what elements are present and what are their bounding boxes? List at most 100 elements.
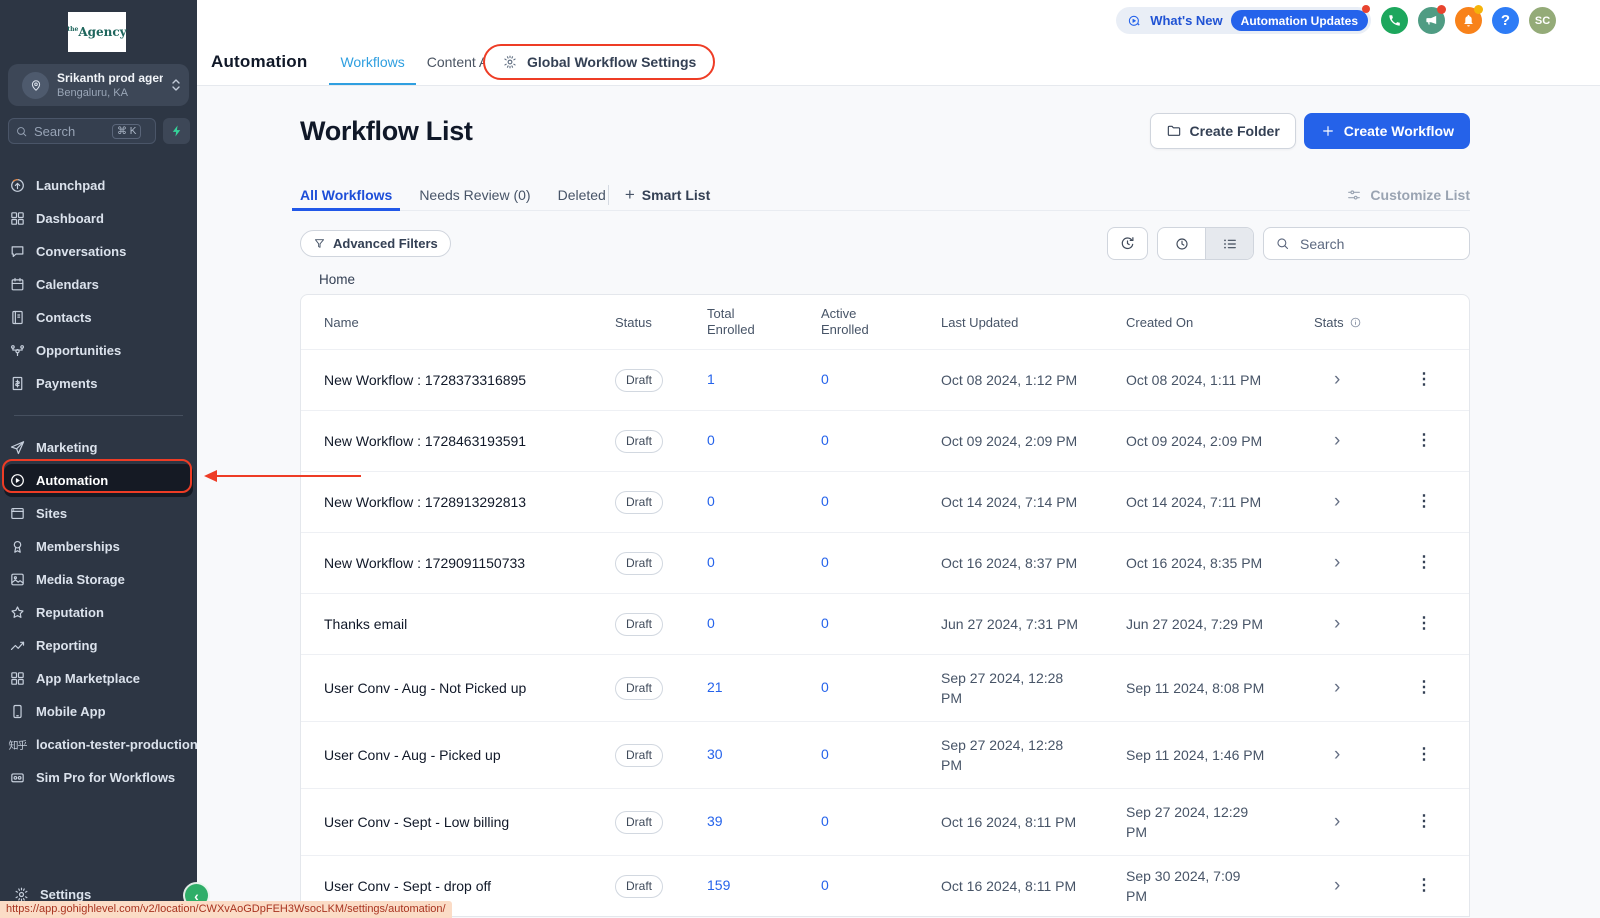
stats-expand-chevron[interactable]: › xyxy=(1314,369,1340,390)
sidebar-item-marketing[interactable]: Marketing xyxy=(4,431,193,464)
reputation-icon xyxy=(9,604,26,621)
column-header-stats: Stats xyxy=(1314,315,1344,330)
list-view-toggle[interactable] xyxy=(1205,228,1253,259)
tab-workflows[interactable]: Workflows xyxy=(329,39,415,85)
stats-expand-chevron[interactable]: › xyxy=(1314,875,1340,896)
enrollment-history-button[interactable] xyxy=(1107,227,1148,260)
automation-updates-badge[interactable]: Automation Updates xyxy=(1231,10,1368,31)
stats-expand-chevron[interactable]: › xyxy=(1314,491,1340,512)
sidebar-item-sites[interactable]: Sites xyxy=(4,497,193,530)
customize-list-button[interactable]: Customize List xyxy=(1346,187,1470,203)
global-workflow-settings-button[interactable]: Global Workflow Settings xyxy=(483,44,715,80)
account-switcher[interactable]: Srikanth prod agenc... Bengaluru, KA xyxy=(8,64,189,106)
stats-expand-chevron[interactable]: › xyxy=(1314,811,1340,832)
workflow-name[interactable]: User Conv - Aug - Picked up xyxy=(301,747,615,763)
sidebar-item-calendars[interactable]: Calendars xyxy=(4,268,193,301)
workflow-search[interactable] xyxy=(1263,227,1470,260)
stats-expand-chevron[interactable]: › xyxy=(1314,552,1340,573)
row-menu-kebab[interactable]: ⋮ xyxy=(1416,554,1432,571)
help-button[interactable]: ? xyxy=(1492,7,1519,34)
total-enrolled-link[interactable]: 0 xyxy=(707,615,715,631)
breadcrumb[interactable]: Home xyxy=(300,272,1470,289)
active-enrolled-link[interactable]: 0 xyxy=(821,493,829,509)
stats-expand-chevron[interactable]: › xyxy=(1314,613,1340,634)
sidebar-item-memberships[interactable]: Memberships xyxy=(4,530,193,563)
create-workflow-button[interactable]: Create Workflow xyxy=(1304,113,1470,149)
total-enrolled-link[interactable]: 1 xyxy=(707,371,715,387)
workflow-name[interactable]: New Workflow : 1728373316895 xyxy=(301,372,615,388)
account-name: Srikanth prod agenc... xyxy=(57,71,163,85)
row-menu-kebab[interactable]: ⋮ xyxy=(1416,746,1432,763)
tab-deleted[interactable]: Deleted xyxy=(558,179,606,210)
sidebar-item-payments[interactable]: Payments xyxy=(4,367,193,400)
table-header-row: Name Status Total Enrolled Active Enroll… xyxy=(301,295,1469,349)
stats-expand-chevron[interactable]: › xyxy=(1314,430,1340,451)
sidebar-item-launchpad[interactable]: Launchpad xyxy=(4,169,193,202)
total-enrolled-link[interactable]: 0 xyxy=(707,554,715,570)
announcements-button[interactable] xyxy=(1418,7,1445,34)
time-view-toggle[interactable] xyxy=(1158,228,1205,259)
active-enrolled-link[interactable]: 0 xyxy=(821,679,829,695)
advanced-filters-button[interactable]: Advanced Filters xyxy=(300,230,451,257)
workflow-name[interactable]: New Workflow : 1728463193591 xyxy=(301,433,615,449)
workflow-name[interactable]: New Workflow : 1729091150733 xyxy=(301,555,615,571)
sidebar-search[interactable]: ⌘ K xyxy=(8,118,156,144)
stats-expand-chevron[interactable]: › xyxy=(1314,677,1340,698)
total-enrolled-link[interactable]: 30 xyxy=(707,746,723,762)
sidebar-item-app-marketplace[interactable]: App Marketplace xyxy=(4,662,193,695)
column-header-active-enrolled: Active Enrolled xyxy=(821,306,893,338)
status-badge: Draft xyxy=(615,430,663,453)
phone-button[interactable] xyxy=(1381,7,1408,34)
sidebar-item-mobile-app[interactable]: Mobile App xyxy=(4,695,193,728)
sidebar-item-conversations[interactable]: Conversations xyxy=(4,235,193,268)
sidebar-item-opportunities[interactable]: Opportunities xyxy=(4,334,193,367)
create-folder-button[interactable]: Create Folder xyxy=(1150,113,1296,149)
total-enrolled-link[interactable]: 39 xyxy=(707,813,723,829)
total-enrolled-link[interactable]: 0 xyxy=(707,432,715,448)
active-enrolled-link[interactable]: 0 xyxy=(821,554,829,570)
active-enrolled-link[interactable]: 0 xyxy=(821,371,829,387)
active-enrolled-link[interactable]: 0 xyxy=(821,877,829,893)
workflow-search-input[interactable] xyxy=(1298,235,1442,253)
row-menu-kebab[interactable]: ⋮ xyxy=(1416,371,1432,388)
table-row: Thanks email Draft 0 0 Jun 27 2024, 7:31… xyxy=(301,593,1469,654)
page-section-title: Automation xyxy=(211,52,307,72)
user-avatar[interactable]: SC xyxy=(1529,7,1556,34)
workflow-name[interactable]: New Workflow : 1728913292813 xyxy=(301,494,615,510)
sidebar-item-media-storage[interactable]: Media Storage xyxy=(4,563,193,596)
active-enrolled-link[interactable]: 0 xyxy=(821,813,829,829)
active-enrolled-link[interactable]: 0 xyxy=(821,432,829,448)
sidebar-item-reputation[interactable]: Reputation xyxy=(4,596,193,629)
whats-new-pill[interactable]: What's New Automation Updates xyxy=(1116,7,1371,34)
sidebar-item-reporting[interactable]: Reporting xyxy=(4,629,193,662)
sidebar-item-automation[interactable]: Automation xyxy=(4,464,193,497)
sidebar-item-dashboard[interactable]: Dashboard xyxy=(4,202,193,235)
row-menu-kebab[interactable]: ⋮ xyxy=(1416,679,1432,696)
notifications-button[interactable] xyxy=(1455,7,1482,34)
quick-actions-button[interactable] xyxy=(163,118,190,144)
total-enrolled-link[interactable]: 159 xyxy=(707,877,730,893)
smart-list-button[interactable]: + Smart List xyxy=(625,186,710,203)
workflow-name[interactable]: Thanks email xyxy=(301,616,615,632)
active-enrolled-link[interactable]: 0 xyxy=(821,746,829,762)
status-badge: Draft xyxy=(615,613,663,636)
active-enrolled-link[interactable]: 0 xyxy=(821,615,829,631)
stats-expand-chevron[interactable]: › xyxy=(1314,744,1340,765)
tab-needs-review[interactable]: Needs Review (0) xyxy=(419,179,530,210)
total-enrolled-link[interactable]: 21 xyxy=(707,679,723,695)
sidebar-search-input[interactable] xyxy=(34,124,106,139)
tab-all-workflows[interactable]: All Workflows xyxy=(300,179,392,210)
workflow-name[interactable]: User Conv - Sept - drop off xyxy=(301,878,615,894)
total-enrolled-link[interactable]: 0 xyxy=(707,493,715,509)
workflow-name[interactable]: User Conv - Sept - Low billing xyxy=(301,814,615,830)
sidebar-item-contacts[interactable]: Contacts xyxy=(4,301,193,334)
row-menu-kebab[interactable]: ⋮ xyxy=(1416,877,1432,894)
row-menu-kebab[interactable]: ⋮ xyxy=(1416,493,1432,510)
row-menu-kebab[interactable]: ⋮ xyxy=(1416,813,1432,830)
workflow-name[interactable]: User Conv - Aug - Not Picked up xyxy=(301,680,615,696)
row-menu-kebab[interactable]: ⋮ xyxy=(1416,432,1432,449)
sidebar-item-sim-pro-for-workflows[interactable]: Sim Pro for Workflows xyxy=(4,761,193,794)
row-menu-kebab[interactable]: ⋮ xyxy=(1416,615,1432,632)
info-icon[interactable] xyxy=(1349,316,1362,329)
sidebar-item-location-tester-production[interactable]: 知乎 location-tester-production xyxy=(4,728,193,761)
